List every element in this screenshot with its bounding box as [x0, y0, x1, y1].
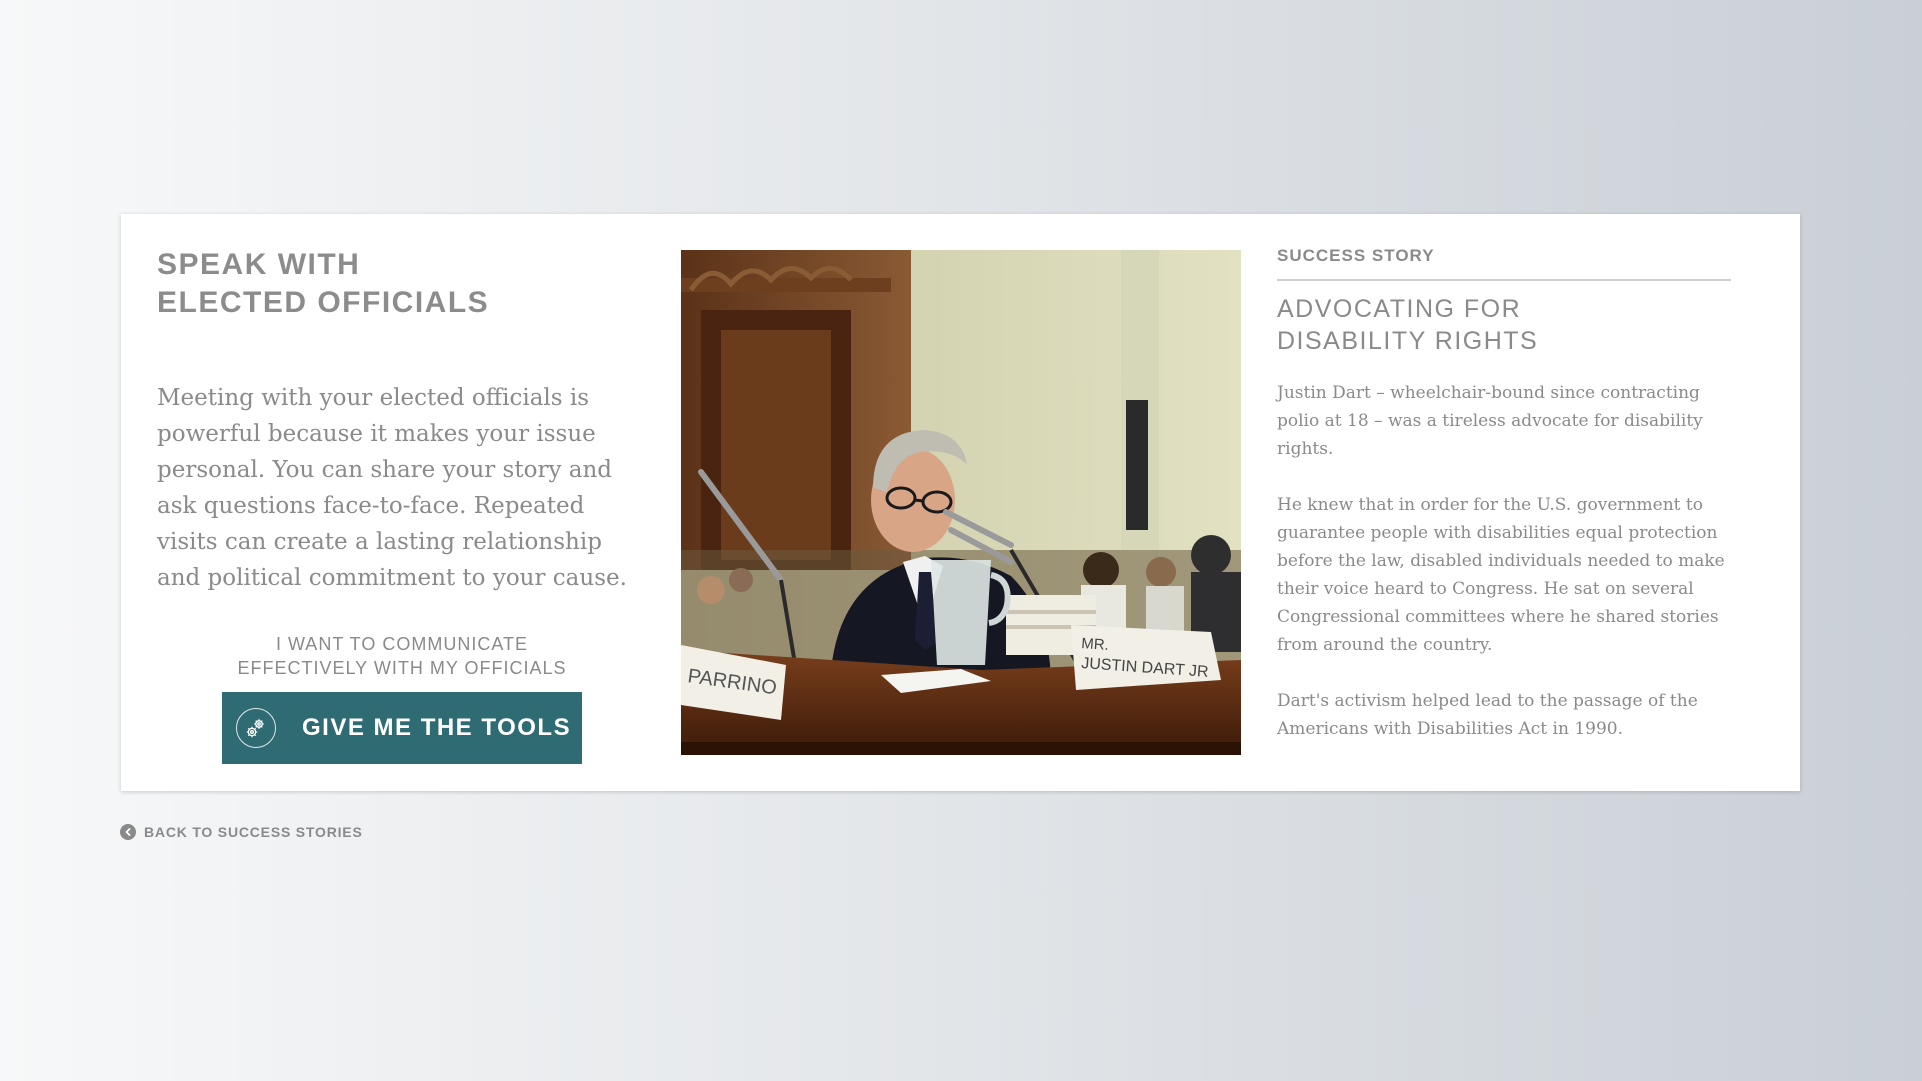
chevron-left-icon: [120, 824, 136, 840]
gears-icon: [236, 708, 276, 748]
cta-caption-line2: EFFECTIVELY WITH MY OFFICIALS: [237, 658, 567, 678]
back-to-success-stories-link[interactable]: BACK TO SUCCESS STORIES: [120, 824, 363, 840]
left-column: SPEAK WITH ELECTED OFFICIALS Meeting wit…: [157, 246, 647, 764]
content-card: SPEAK WITH ELECTED OFFICIALS Meeting wit…: [121, 214, 1800, 791]
page-title: SPEAK WITH ELECTED OFFICIALS: [157, 246, 647, 322]
success-story-column: SUCCESS STORY ADVOCATING FOR DISABILITY …: [1277, 246, 1731, 743]
story-paragraph: Dart's activism helped lead to the passa…: [1277, 691, 1698, 739]
cta-caption: I WANT TO COMMUNICATE EFFECTIVELY WITH M…: [157, 632, 647, 680]
hearing-photo: PARRINO MR. JUSTIN DART JR: [681, 250, 1241, 755]
page-title-line1: SPEAK WITH: [157, 248, 361, 281]
intro-text: Meeting with your elected officials is p…: [157, 385, 627, 591]
success-story-label: SUCCESS STORY: [1277, 246, 1731, 281]
give-me-the-tools-label: GIVE ME THE TOOLS: [302, 714, 572, 741]
cta-caption-line1: I WANT TO COMMUNICATE: [275, 634, 528, 654]
give-me-the-tools-button[interactable]: GIVE ME THE TOOLS: [222, 692, 582, 764]
story-title: ADVOCATING FOR DISABILITY RIGHTS: [1277, 293, 1731, 357]
story-title-line2: DISABILITY RIGHTS: [1277, 327, 1539, 355]
story-title-line1: ADVOCATING FOR: [1277, 295, 1522, 323]
nameplate-right-line1: MR.: [1081, 635, 1110, 654]
page-title-line2: ELECTED OFFICIALS: [157, 286, 490, 319]
story-paragraph: Justin Dart – wheelchair-bound since con…: [1277, 383, 1703, 459]
story-paragraph: He knew that in order for the U.S. gover…: [1277, 495, 1725, 655]
back-link-label: BACK TO SUCCESS STORIES: [144, 824, 363, 840]
